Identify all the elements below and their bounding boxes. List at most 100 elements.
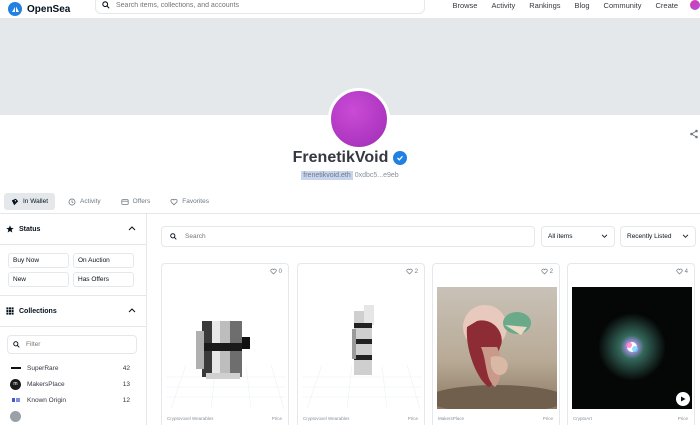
status-buy-now-button[interactable]: Buy Now (8, 253, 69, 268)
nav-link-community[interactable]: Community (604, 1, 642, 10)
profile-address-row: frenetikvoid.eth 0xdbc5...e9eb (0, 171, 700, 180)
items-search-input[interactable] (185, 233, 505, 240)
opensea-logo[interactable]: OpenSea (8, 1, 70, 17)
collection-label: Cryptovoxel Wearables (167, 416, 214, 421)
chevron-down-icon (601, 234, 608, 238)
grid-icon (6, 307, 14, 315)
chevron-down-icon (682, 234, 689, 238)
collection-filter-field[interactable] (7, 335, 137, 354)
heart-icon (170, 198, 178, 205)
collections-title: Collections (19, 307, 57, 315)
nft-card[interactable]: 2 MakersPlace Price (432, 263, 560, 425)
price-label: Price (542, 416, 553, 421)
collection-label: Cryptovoxel Wearables (303, 416, 350, 421)
play-icon (681, 396, 686, 402)
heart-icon (541, 268, 548, 275)
wallet-address[interactable]: 0xdbc5...e9eb (355, 172, 399, 179)
heart-icon (676, 268, 683, 275)
account-avatar[interactable] (690, 0, 700, 10)
collection-count: 42 (122, 364, 130, 372)
collection-count: 12 (122, 396, 130, 404)
search-icon (170, 233, 177, 240)
items-search-field[interactable] (161, 226, 535, 247)
items-filter-value: All items (548, 233, 573, 240)
favorite-count: 2 (414, 268, 418, 275)
chevron-up-icon[interactable] (128, 307, 136, 313)
collection-item-superrare[interactable]: SuperRare 42 (0, 360, 146, 376)
nft-image (302, 287, 422, 409)
global-search-bar[interactable] (95, 0, 425, 14)
price-label: Price (407, 416, 418, 421)
profile-tabs: In Wallet Activity Offers Favorites (4, 193, 222, 210)
collections-section-header[interactable]: Collections (0, 296, 146, 327)
collection-item-known-origin[interactable]: Known Origin 12 (0, 392, 146, 408)
tab-label: Offers (132, 198, 151, 205)
tab-activity[interactable]: Activity (61, 193, 108, 210)
collection-name: Known Origin (27, 396, 67, 404)
nav-link-create[interactable]: Create (655, 1, 678, 10)
nav-link-rankings[interactable]: Rankings (529, 1, 560, 10)
known-origin-logo-icon (10, 394, 21, 406)
tab-label: Activity (80, 198, 101, 205)
favorite-button[interactable]: 0 (270, 268, 282, 275)
nav-link-blog[interactable]: Blog (575, 1, 590, 10)
nav-link-browse[interactable]: Browse (452, 1, 477, 10)
nft-image (572, 287, 692, 409)
profile-name: FrenetikVoid (292, 149, 389, 166)
nav-link-activity[interactable]: Activity (491, 1, 515, 10)
search-icon (102, 1, 110, 9)
profile-name-row: FrenetikVoid (0, 149, 700, 167)
global-search-input[interactable] (116, 1, 396, 9)
tab-in-wallet[interactable]: In Wallet (4, 193, 56, 210)
ens-name[interactable]: frenetikvoid.eth (301, 171, 353, 180)
status-new-button[interactable]: New (8, 272, 69, 287)
collection-name: SuperRare (27, 364, 59, 372)
favorite-button[interactable]: 4 (676, 268, 688, 275)
collection-label: CryptoArt (573, 416, 593, 421)
wallet-icon (11, 198, 19, 205)
status-on-auction-button[interactable]: On Auction (73, 253, 134, 268)
profile-avatar (328, 88, 390, 150)
nft-image (437, 287, 557, 409)
favorite-count: 2 (549, 268, 553, 275)
collection-filter-input[interactable] (26, 341, 116, 348)
favorite-button[interactable]: 2 (541, 268, 553, 275)
sort-select[interactable]: Recently Listed (620, 226, 696, 247)
offers-icon (121, 198, 129, 205)
tab-label: In Wallet (23, 198, 49, 205)
heart-icon (270, 268, 277, 275)
makersplace-logo-icon: m (10, 378, 21, 390)
nft-card[interactable]: 4 CryptoArt Price (567, 263, 695, 425)
heart-icon (406, 268, 413, 275)
star-icon (6, 225, 14, 233)
play-button[interactable] (676, 392, 690, 406)
sort-value: Recently Listed (627, 233, 672, 240)
superrare-logo-icon (10, 362, 21, 374)
collection-count: 13 (122, 380, 130, 388)
collection-logo-icon (10, 410, 21, 422)
share-icon (690, 129, 698, 139)
nft-image (166, 287, 286, 409)
logo-text: OpenSea (27, 3, 71, 15)
price-label: Price (677, 416, 688, 421)
collection-item-partial[interactable] (0, 408, 146, 424)
status-section-header[interactable]: Status (0, 214, 146, 245)
price-label: Price (271, 416, 282, 421)
verified-badge-icon (393, 151, 408, 165)
favorite-count: 4 (684, 268, 688, 275)
status-filter-grid: Buy Now On Auction New Has Offers (0, 245, 146, 296)
opensea-logo-icon (8, 2, 22, 16)
favorite-button[interactable]: 2 (406, 268, 418, 275)
chevron-up-icon[interactable] (128, 225, 136, 231)
share-button[interactable] (689, 126, 699, 144)
collection-label: MakersPlace (438, 416, 465, 421)
collection-item-makersplace[interactable]: m MakersPlace 13 (0, 376, 146, 392)
status-has-offers-button[interactable]: Has Offers (73, 272, 134, 287)
nft-card[interactable]: 2 Cryptovoxel Wearables Price (297, 263, 425, 425)
nft-card[interactable]: 0 Cryptovoxel Wearables Price (161, 263, 289, 425)
tab-favorites[interactable]: Favorites (163, 193, 216, 210)
status-title: Status (19, 225, 41, 233)
tab-offers[interactable]: Offers (114, 193, 158, 210)
tab-label: Favorites (182, 198, 209, 205)
items-filter-select[interactable]: All items (541, 226, 615, 247)
